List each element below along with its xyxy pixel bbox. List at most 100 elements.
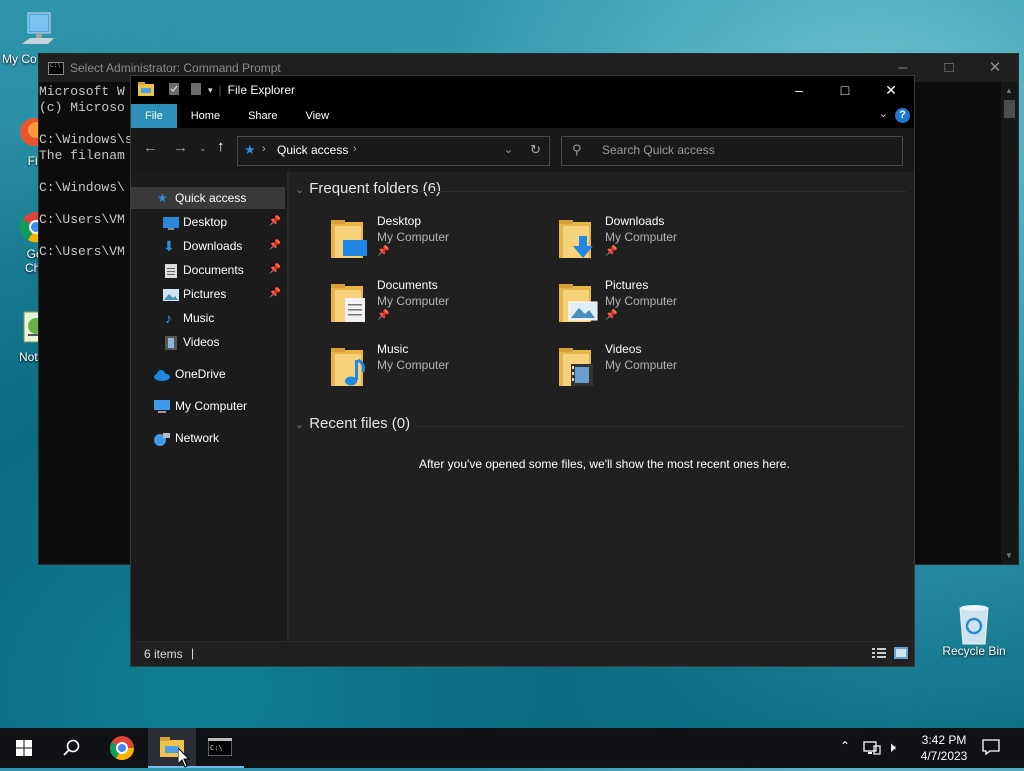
address-dropdown-icon[interactable]: ⌄ xyxy=(504,143,513,156)
nav-label: Music xyxy=(183,311,215,325)
breadcrumb-next-icon[interactable]: › xyxy=(353,143,357,155)
recent-files-header[interactable]: ⌄ Recent files (0) xyxy=(295,415,410,432)
cmd-scroll-thumb[interactable] xyxy=(1004,100,1015,118)
cmd-line: Microsoft W xyxy=(39,84,125,99)
pin-icon: 📌 xyxy=(268,288,281,299)
scroll-down-icon[interactable]: ▼ xyxy=(1005,551,1013,560)
status-bar: 6 items | xyxy=(131,641,914,666)
explorer-maximize-button[interactable]: □ xyxy=(822,76,868,104)
search-icon: ⚲ xyxy=(572,142,582,157)
folder-tile-music[interactable]: Music My Computer xyxy=(331,342,551,396)
cmd-close-button[interactable]: ✕ xyxy=(972,54,1018,82)
cmd-maximize-button[interactable]: □ xyxy=(926,54,972,82)
explorer-title: File Explorer xyxy=(227,83,296,97)
explorer-close-button[interactable]: ✕ xyxy=(868,76,914,104)
nav-item-pictures[interactable]: Pictures 📌 xyxy=(131,283,285,305)
notifications-icon[interactable] xyxy=(982,739,1000,758)
quick-access-star-icon: ★ xyxy=(157,191,168,205)
folder-location: My Computer xyxy=(377,294,450,308)
qat-customize-icon[interactable]: ▾ xyxy=(208,85,213,96)
nav-label: Quick access xyxy=(175,191,247,205)
nav-label: Documents xyxy=(183,263,244,277)
documents-folder-icon xyxy=(331,282,371,322)
details-view-icon[interactable] xyxy=(872,647,886,662)
pin-icon: 📌 xyxy=(268,264,281,275)
explorer-minimize-button[interactable]: – xyxy=(776,76,822,104)
explorer-titlebar[interactable]: ▾ | File Explorer – □ ✕ xyxy=(131,76,914,104)
pin-icon: 📌 xyxy=(605,310,618,321)
cmd-title: Select Administrator: Command Prompt xyxy=(70,61,281,75)
cmd-icon xyxy=(48,61,64,75)
folder-tile-documents[interactable]: Documents My Computer 📌 xyxy=(331,278,551,332)
network-status-icon[interactable] xyxy=(863,740,881,759)
videos-folder-icon xyxy=(559,346,599,386)
breadcrumb-quick-access[interactable]: Quick access xyxy=(277,143,348,157)
nav-item-music[interactable]: ♪ Music xyxy=(131,307,285,329)
ribbon-tabs: File Home Share View ⌄ ? xyxy=(131,104,914,128)
qat-new-folder-icon[interactable] xyxy=(190,82,202,99)
address-bar[interactable]: ★ › Quick access › ⌄ ↻ xyxy=(237,136,550,166)
qat-properties-icon[interactable] xyxy=(168,82,180,99)
tab-home[interactable]: Home xyxy=(177,104,234,128)
nav-item-my-computer[interactable]: My Computer xyxy=(131,395,285,417)
volume-icon[interactable]: 🕨 xyxy=(887,739,896,756)
content-pane[interactable]: ⌄ Frequent folders (6) Desktop My Compute… xyxy=(289,172,914,642)
cmd-scrollbar[interactable]: ▲ ▼ xyxy=(1001,82,1018,564)
show-hidden-icons-chevron-icon[interactable]: ⌃ xyxy=(840,739,850,753)
nav-item-videos[interactable]: Videos xyxy=(131,331,285,353)
nav-label: Downloads xyxy=(183,239,243,253)
pin-icon: 📌 xyxy=(605,246,618,257)
tab-view[interactable]: View xyxy=(291,104,343,128)
start-button[interactable] xyxy=(0,728,48,768)
search-icon xyxy=(63,739,80,756)
file-explorer-window[interactable]: ▾ | File Explorer – □ ✕ File Home Share … xyxy=(130,75,915,667)
taskbar-chrome-button[interactable] xyxy=(98,728,146,768)
videos-film-icon xyxy=(165,335,181,350)
back-arrow-icon[interactable]: ← xyxy=(143,139,158,156)
search-button[interactable] xyxy=(48,728,96,768)
collapse-chevron-icon: ⌄ xyxy=(295,184,305,196)
pin-icon: 📌 xyxy=(268,216,281,227)
tab-file[interactable]: File xyxy=(131,104,177,128)
forward-arrow-icon[interactable]: → xyxy=(173,139,188,156)
computer-monitor-icon xyxy=(153,399,170,413)
folder-tile-desktop[interactable]: Desktop My Computer 📌 xyxy=(331,214,551,268)
recent-locations-icon[interactable]: ⌄ xyxy=(199,143,207,154)
desktop-icon-recycle-bin[interactable]: Recycle Bin xyxy=(938,602,1010,658)
nav-item-documents[interactable]: Documents 📌 xyxy=(131,259,285,281)
nav-item-desktop[interactable]: Desktop 📌 xyxy=(131,211,285,233)
nav-label: My Computer xyxy=(175,399,248,413)
nav-label: Desktop xyxy=(183,215,228,229)
svg-text:C:\: C:\ xyxy=(210,744,223,752)
folder-name: Pictures xyxy=(605,278,649,292)
folder-location: My Computer xyxy=(605,358,678,372)
up-arrow-icon[interactable]: ↑ xyxy=(217,138,225,155)
folder-tile-videos[interactable]: Videos My Computer xyxy=(559,342,779,396)
clock-time: 3:42 PM xyxy=(921,733,967,747)
folder-tile-downloads[interactable]: Downloads My Computer 📌 xyxy=(559,214,779,268)
recent-files-empty-message: After you've opened some files, we'll sh… xyxy=(419,457,790,471)
scroll-up-icon[interactable]: ▲ xyxy=(1005,86,1013,95)
refresh-icon[interactable]: ↻ xyxy=(530,142,541,158)
nav-item-network[interactable]: Network xyxy=(131,427,285,449)
tab-share[interactable]: Share xyxy=(234,104,291,128)
nav-item-onedrive[interactable]: OneDrive xyxy=(131,363,285,385)
folder-location: My Computer xyxy=(377,230,450,244)
help-icon[interactable]: ? xyxy=(895,108,910,123)
taskbar-cmd-button[interactable]: C:\ xyxy=(196,728,244,768)
large-icons-view-icon[interactable] xyxy=(894,647,908,662)
folder-location: My Computer xyxy=(605,294,678,308)
clock-date: 4/7/2023 xyxy=(920,749,968,763)
folder-tile-pictures[interactable]: Pictures My Computer 📌 xyxy=(559,278,779,332)
breadcrumb-separator-icon: › xyxy=(262,143,266,155)
ribbon-expand-icon[interactable]: ⌄ xyxy=(879,107,888,120)
frequent-folders-header[interactable]: ⌄ Frequent folders (6) xyxy=(295,180,441,197)
nav-label: Videos xyxy=(183,335,220,349)
nav-item-downloads[interactable]: ⬇ Downloads 📌 xyxy=(131,235,285,257)
item-count: 6 items xyxy=(144,647,183,661)
nav-item-quick-access[interactable]: ★ Quick access xyxy=(131,187,285,209)
search-box[interactable]: ⚲ Search Quick access xyxy=(561,136,903,166)
desktop-folder-icon xyxy=(163,215,179,230)
clock[interactable]: 3:42 PM 4/7/2023 xyxy=(914,732,974,764)
desktop-folder-icon xyxy=(331,218,371,258)
